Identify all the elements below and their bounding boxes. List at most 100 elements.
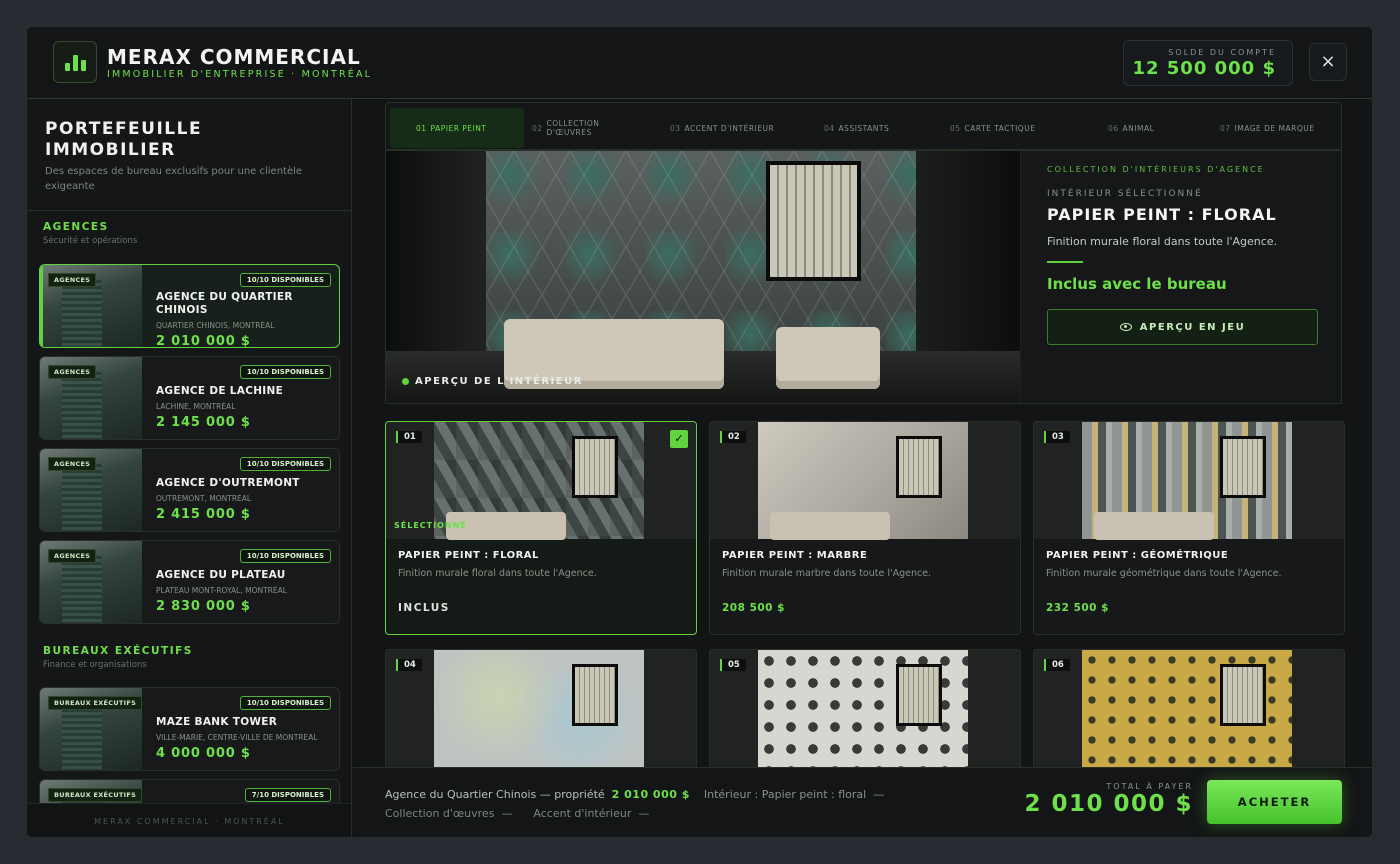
selected-description: Finition murale floral dans toute l'Agen… <box>1047 235 1278 248</box>
tab-animal[interactable]: 06 ANIMAL <box>1108 108 1188 148</box>
option-name: PAPIER PEINT : FLORAL <box>398 550 539 561</box>
selected-title: PAPIER PEINT : FLORAL <box>1047 205 1277 224</box>
tab-label: ASSISTANTS <box>838 123 890 133</box>
option-description: Finition murale géométrique dans toute l… <box>1046 568 1282 579</box>
section-title-bureaux: BUREAUX EXÉCUTIFS <box>43 645 193 657</box>
property-card-lachine[interactable]: AGENCES 10/10 DISPONIBLES AGENCE DE LACH… <box>39 356 340 440</box>
preview-label-text: APERÇU DE L'INTÉRIEUR <box>415 376 583 387</box>
property-card-maze-bank[interactable]: BUREAUX EXÉCUTIFS 10/10 DISPONIBLES MAZE… <box>39 687 340 771</box>
property-tag: AGENCES <box>48 273 97 287</box>
option-description: Finition murale marbre dans toute l'Agen… <box>722 568 932 579</box>
property-location: PLATEAU MONT-ROYAL, MONTRÉAL <box>156 586 287 595</box>
property-price: 2 830 000 $ <box>156 599 251 614</box>
tab-accent-interieur[interactable]: 03 ACCENT D'INTÉRIEUR <box>670 108 810 148</box>
total-to-pay: TOTAL À PAYER 2 010 000 $ <box>993 782 1193 817</box>
bar-chart-logo-icon <box>53 41 97 83</box>
property-name: AGENCE DU QUARTIER CHINOIS <box>156 291 293 316</box>
availability-badge: 10/10 DISPONIBLES <box>239 273 331 287</box>
tab-label: IMAGE DE MARQUE <box>1234 123 1315 133</box>
sofa <box>770 512 890 540</box>
property-name: AGENCE DE LACHINE <box>156 385 284 397</box>
buy-button[interactable]: ACHETER <box>1207 780 1342 824</box>
balance-label: SOLDE DU COMPTE <box>1168 48 1276 57</box>
property-card-quartier-chinois[interactable]: AGENCES 10/10 DISPONIBLES AGENCE DU QUAR… <box>39 264 340 348</box>
option-price: 208 500 $ <box>722 602 785 614</box>
wall-art-frame <box>766 161 861 281</box>
option-card-04[interactable]: 04 <box>385 649 697 771</box>
summary-property-price: 2 010 000 $ <box>611 788 690 801</box>
wall-art-frame <box>572 436 618 498</box>
summary-line-1: Agence du Quartier Chinois — propriété 2… <box>385 788 884 801</box>
option-description: Finition murale floral dans toute l'Agen… <box>398 568 597 579</box>
property-price: 2 415 000 $ <box>156 507 251 522</box>
property-name: MAZE BANK TOWER <box>156 716 278 728</box>
close-icon[interactable]: × <box>1309 43 1347 81</box>
tab-image-de-marque[interactable]: 07 IMAGE DE MARQUE <box>1220 108 1340 148</box>
brand-subtitle: IMMOBILIER D'ENTREPRISE · MONTRÉAL <box>107 69 373 80</box>
option-image <box>386 650 696 767</box>
tab-label: ACCENT D'INTÉRIEUR <box>684 123 775 133</box>
property-tag: BUREAUX EXÉCUTIFS <box>48 696 143 710</box>
tab-assistants[interactable]: 04 ASSISTANTS <box>824 108 934 148</box>
section-subtitle-agences: Sécurité et opérations <box>43 236 138 246</box>
property-location: LACHINE, MONTRÉAL <box>156 402 236 411</box>
option-name: PAPIER PEINT : MARBRE <box>722 550 868 561</box>
property-price: 2 010 000 $ <box>156 334 251 348</box>
property-card-plateau[interactable]: AGENCES 10/10 DISPONIBLES AGENCE DU PLAT… <box>39 540 340 624</box>
option-price: INCLUS <box>398 602 450 614</box>
section-subtitle-bureaux: Finance et organisations <box>43 660 147 670</box>
property-price: 2 145 000 $ <box>156 415 251 430</box>
property-tag: BUREAUX EXÉCUTIFS <box>48 788 143 802</box>
armchair <box>776 327 880 389</box>
option-number: 06 <box>1044 659 1070 671</box>
interior-preview: APERÇU DE L'INTÉRIEUR COLLECTION D'INTÉR… <box>385 150 1342 404</box>
header: MERAX COMMERCIAL IMMOBILIER D'ENTREPRISE… <box>27 27 1372 99</box>
tab-number: 04 <box>824 123 835 133</box>
summary-collection: Collection d'œuvres <box>385 807 495 820</box>
tab-label: PAPIER PEINT <box>430 123 487 133</box>
selection-info: COLLECTION D'INTÉRIEURS D'AGENCE INTÉRIE… <box>1020 151 1341 403</box>
category-tabs: 01 PAPIER PEINT 02 COLLECTION D'ŒUVRES 03 A… <box>385 102 1342 150</box>
eye-icon <box>1119 323 1132 331</box>
selected-label: INTÉRIEUR SÉLECTIONNÉ <box>1047 189 1203 199</box>
option-image <box>1034 422 1344 540</box>
preview-in-game-button[interactable]: APERÇU EN JEU <box>1047 309 1318 345</box>
option-card-06[interactable]: 06 <box>1033 649 1345 771</box>
availability-badge: 10/10 DISPONIBLES <box>239 696 331 710</box>
availability-badge: 10/10 DISPONIBLES <box>239 549 331 563</box>
checkout-bar: Agence du Quartier Chinois — propriété 2… <box>353 767 1372 837</box>
wall-art-frame <box>896 436 942 498</box>
tab-number: 02 <box>532 123 543 133</box>
option-image <box>710 650 1020 767</box>
brand-title: MERAX COMMERCIAL <box>107 45 361 69</box>
option-card-floral[interactable]: 01 ✓ SÉLECTIONNÉ PAPIER PEINT : FLORAL F… <box>385 421 697 635</box>
section-title-agences: AGENCES <box>43 221 109 233</box>
wall-art-frame <box>572 664 618 726</box>
tab-papier-peint[interactable]: 01 PAPIER PEINT <box>390 108 524 148</box>
option-image <box>1034 650 1344 767</box>
tab-collection-oeuvres[interactable]: 02 COLLECTION D'ŒUVRES <box>532 108 652 148</box>
tab-carte-tactique[interactable]: 05 CARTE TACTIQUE <box>950 108 1080 148</box>
main-panel: 01 PAPIER PEINT 02 COLLECTION D'ŒUVRES 03 A… <box>353 99 1372 837</box>
wall-art-frame <box>896 664 942 726</box>
tab-label: CARTE TACTIQUE <box>964 123 1036 133</box>
option-card-geometrique[interactable]: 03 PAPIER PEINT : GÉOMÉTRIQUE Finition m… <box>1033 421 1345 635</box>
sofa <box>1094 512 1214 540</box>
checkmark-icon: ✓ <box>670 430 688 448</box>
status-dot-icon <box>402 378 409 385</box>
portfolio-description: Des espaces de bureau exclusifs pour une… <box>45 166 303 192</box>
tab-number: 06 <box>1108 123 1119 133</box>
summary-interior-value: — <box>873 788 885 801</box>
tab-label: COLLECTION D'ŒUVRES <box>546 119 600 137</box>
interior-preview-image: APERÇU DE L'INTÉRIEUR <box>386 151 1020 403</box>
property-tag: AGENCES <box>48 549 97 563</box>
property-name: AGENCE D'OUTREMONT <box>156 477 300 489</box>
sidebar: PORTEFEUILLE IMMOBILIER Des espaces de b… <box>27 99 352 837</box>
option-card-marbre[interactable]: 02 PAPIER PEINT : MARBRE Finition murale… <box>709 421 1021 635</box>
option-card-05[interactable]: 05 <box>709 649 1021 771</box>
property-card-outremont[interactable]: AGENCES 10/10 DISPONIBLES AGENCE D'OUTRE… <box>39 448 340 532</box>
balance-value: 12 500 000 $ <box>1132 58 1276 79</box>
wall-art-frame <box>1220 436 1266 498</box>
total-label: TOTAL À PAYER <box>1106 782 1193 791</box>
option-number: 01 <box>396 431 422 443</box>
